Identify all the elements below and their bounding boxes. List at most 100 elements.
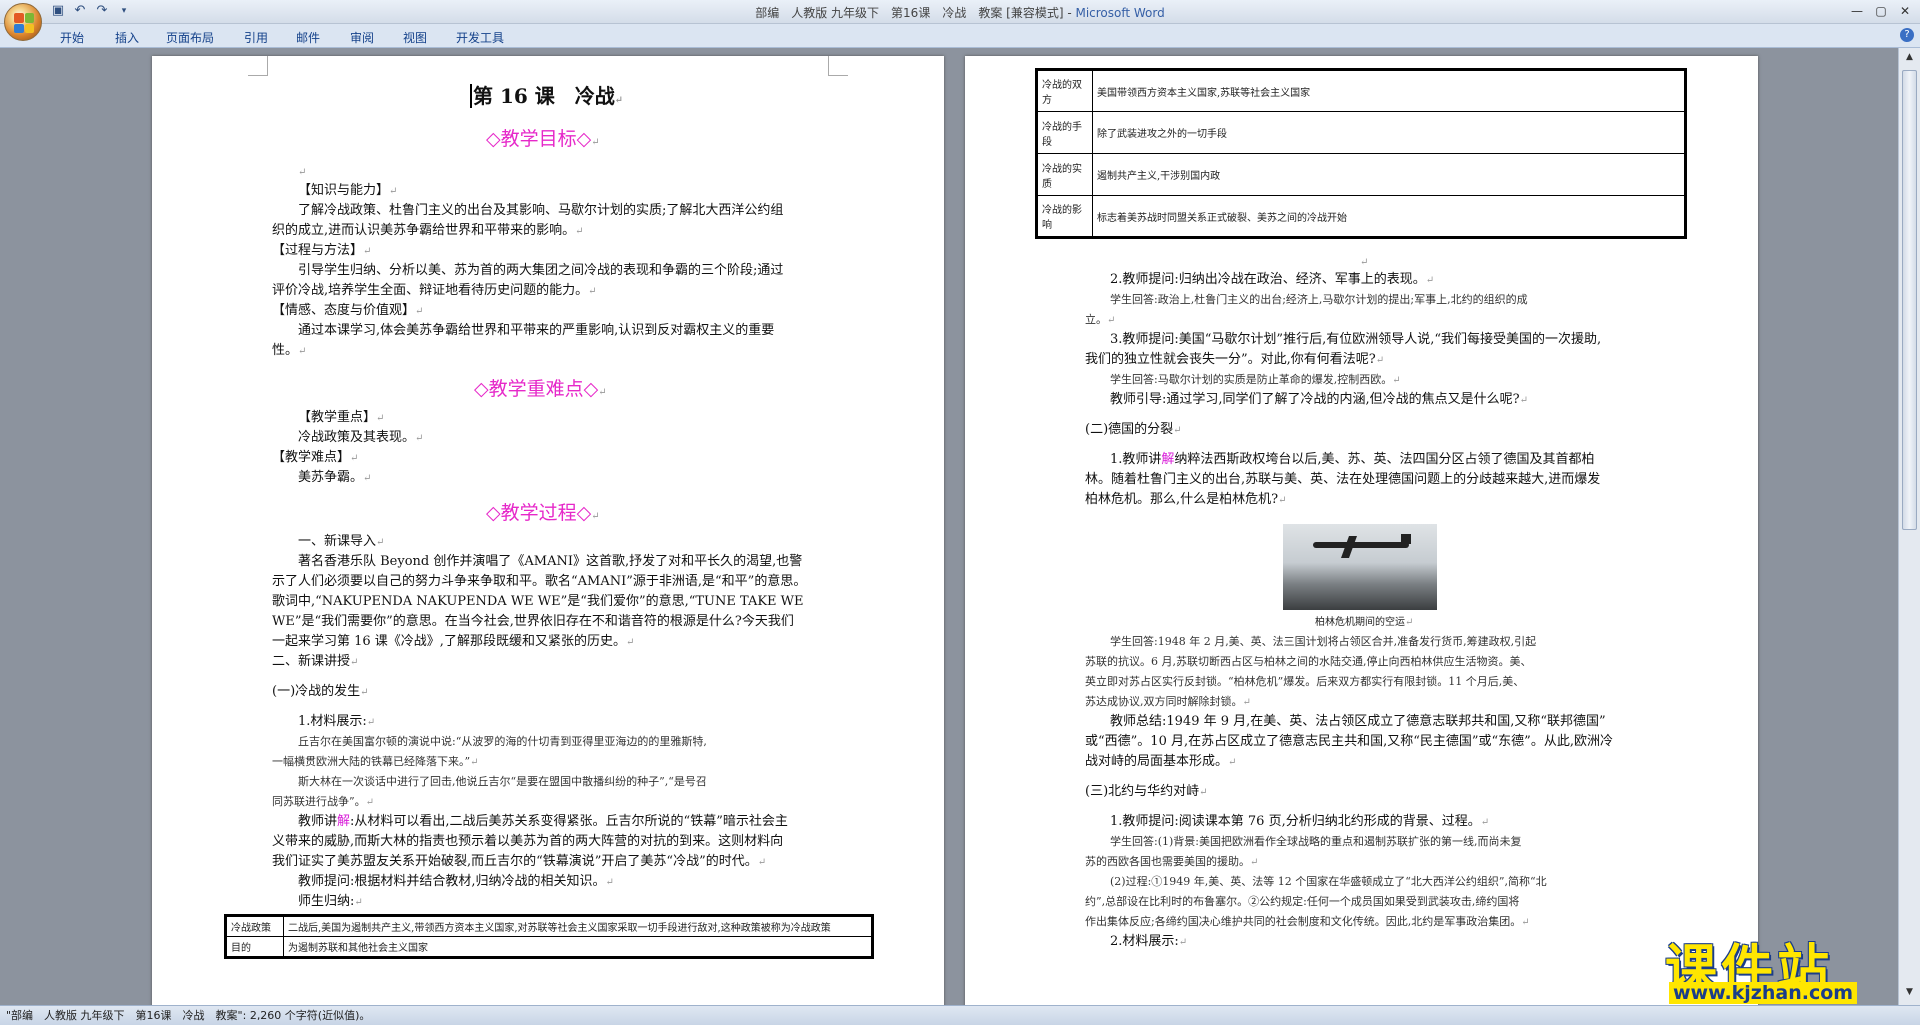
document-page-2[interactable]: 冷战的双方 美国带领西方资本主义国家,苏联等社会主义国家 冷战的手段 除了武装进… [965, 56, 1758, 1016]
paragraph: 2.材料展示:↵ [1110, 934, 1188, 949]
paragraph: WE”是“我们需要你”的意思。在当今社会,世界依旧存在不和谐音符的根源是什么?今… [272, 614, 794, 629]
paragraph: 二、新课讲授↵ [272, 654, 359, 669]
table-cell: 美国带领西方资本主义国家,苏联等社会主义国家 [1092, 69, 1686, 112]
summary-table[interactable]: 冷战政策 二战后,美国为遏制共产主义,带领西方资本主义国家,对苏联等社会主义国家… [224, 914, 874, 959]
subheading: (二)德国的分裂↵ [1085, 422, 1182, 437]
scrollbar-thumb[interactable] [1902, 70, 1917, 530]
paragraph: 立。↵ [1085, 313, 1116, 326]
table-row: 冷战的双方 美国带领西方资本主义国家,苏联等社会主义国家 [1036, 69, 1686, 112]
table-cell: 二战后,美国为遏制共产主义,带领西方资本主义国家,对苏联等社会主义国家采取一切手… [283, 915, 873, 937]
paragraph-mark: ↵ [298, 167, 307, 178]
paragraph: 通过本课学习,体会美苏争霸给世界和平带来的严重影响,认识到反对霸权主义的重要 [298, 323, 775, 338]
window-title: 部编 人教版 九年级下 第16课 冷战 教案 [兼容模式] - Microsof… [755, 6, 1165, 20]
close-icon[interactable]: ✕ [1894, 2, 1916, 20]
heading-knowledge: 【知识与能力】↵ [298, 183, 398, 198]
section-heading-goals: ◇教学目标◇↵ [486, 128, 600, 150]
vertical-scrollbar[interactable]: ▲ ▼ [1898, 48, 1920, 1005]
table-row: 目的 为遏制苏联和其他社会主义国家 [225, 936, 873, 958]
tab-developer[interactable]: 开发工具 [456, 29, 504, 46]
table-cell: 除了武装进攻之外的一切手段 [1092, 111, 1686, 154]
table-cell: 标志着美苏战时同盟关系正式破裂、美苏之间的冷战开始 [1092, 195, 1686, 238]
table-cell: 冷战的实质 [1036, 153, 1093, 196]
paragraph: 教师讲解:从材料可以看出,二战后美苏关系变得紧张。丘吉尔所说的“铁幕”暗示社会主 [298, 814, 788, 829]
paragraph: 性。↵ [272, 343, 307, 358]
table-cell: 冷战的手段 [1036, 111, 1093, 154]
tab-review[interactable]: 审阅 [350, 29, 374, 46]
title-bar: ▣ ↶ ↷ ▾ 部编 人教版 九年级下 第16课 冷战 教案 [兼容模式] - … [0, 0, 1920, 24]
quote: 同苏联进行战争”。↵ [272, 795, 375, 808]
section-heading-process: ◇教学过程◇↵ [486, 502, 600, 524]
paragraph: 苏达成协议,双方同时解除封锁。↵ [1085, 695, 1251, 708]
paragraph: 冷战政策及其表现。↵ [298, 430, 424, 445]
paragraph: 苏的西欧各国也需要美国的援助。↵ [1085, 855, 1259, 868]
document-page-1[interactable]: 第 16 课 冷战↵ ◇教学目标◇↵ ↵ 【知识与能力】↵ 了解冷战政策、杜鲁门… [152, 56, 944, 1016]
tab-page-layout[interactable]: 页面布局 [166, 29, 214, 46]
word-count[interactable]: "部编 人教版 九年级下 第16课 冷战 教案": 2,260 个字符(近似值)… [6, 1009, 370, 1022]
window-controls: — ▢ ✕ [1846, 2, 1916, 20]
paragraph: 引导学生归纳、分析以美、苏为首的两大集团之间冷战的表现和争霸的三个阶段;通过 [298, 263, 784, 278]
help-icon[interactable]: ? [1900, 28, 1914, 42]
paragraph: 学生回答:1948 年 2 月,美、英、法三国计划将占领区合并,准备发行货币,筹… [1110, 635, 1537, 648]
tab-mailings[interactable]: 邮件 [296, 29, 320, 46]
summary-table[interactable]: 冷战的双方 美国带领西方资本主义国家,苏联等社会主义国家 冷战的手段 除了武装进… [1035, 68, 1687, 239]
tab-home[interactable]: 开始 [60, 29, 84, 46]
paragraph: 学生回答:(1)背景:美国把欧洲看作全球战略的重点和遏制苏联扩张的第一线,而尚未… [1110, 835, 1522, 848]
watermark-url: www.kjzhan.com [1669, 982, 1858, 1004]
status-bar: "部编 人教版 九年级下 第16课 冷战 教案": 2,260 个字符(近似值)… [0, 1005, 1920, 1025]
paragraph: 我们的独立性就会丧失一分”。对此,你有何看法呢?↵ [1085, 352, 1385, 367]
site-watermark: 课件站 www.kjzhan.com [1665, 927, 1910, 1004]
paragraph: 织的成立,进而认识美苏争霸给世界和平带来的影响。↵ [272, 223, 584, 238]
office-logo-icon [14, 13, 34, 33]
paragraph: 教师提问:根据材料并结合教材,归纳冷战的相关知识。↵ [298, 874, 614, 889]
table-row: 冷战的手段 除了武装进攻之外的一切手段 [1036, 111, 1686, 154]
paragraph: 我们证实了美苏盟友关系开始破裂,而丘吉尔的“铁幕演说”开启了美苏“冷战”的时代。… [272, 854, 767, 869]
office-button[interactable] [4, 3, 42, 41]
paragraph: 歌词中,“NAKUPENDA NAKUPENDA WE WE”是“我们爱你”的意… [272, 594, 804, 609]
paragraph: 作出集体反应;各缔约国决心维护共同的社会制度和文化传统。因此,北约是军事政治集团… [1085, 915, 1530, 928]
subheading: (一)冷战的发生↵ [272, 684, 369, 699]
quote: 丘吉尔在美国富尔顿的演说中说:“从波罗的海的什切青到亚得里亚海边的的里雅斯特, [298, 735, 707, 748]
scroll-up-icon[interactable]: ▲ [1902, 52, 1917, 66]
paragraph: 2.教师提问:归纳出冷战在政治、经济、军事上的表现。↵ [1110, 272, 1435, 287]
paragraph: 或“西德”。10 月,在苏占区成立了德意志民主共和国,又称“民主德国”或“东德”… [1085, 734, 1613, 749]
paragraph: 约”,总部设在比利时的布鲁塞尔。②公约规定:任何一个成员国如果受到武装攻击,缔约… [1085, 895, 1520, 908]
paragraph: 美苏争霸。↵ [298, 470, 372, 485]
heading-difficult: 【教学难点】↵ [272, 450, 359, 465]
tab-references[interactable]: 引用 [244, 29, 268, 46]
paragraph: 英立即对苏占区实行反封锁。“柏林危机”爆发。后来双方都实行有限封锁。11 个月后… [1085, 675, 1525, 688]
paragraph: 教师总结:1949 年 9 月,在美、英、法占领区成立了德意志联邦共和国,又称“… [1110, 714, 1606, 729]
paragraph: 林。随着杜鲁门主义的出台,苏联与美、英、法在处理德国问题上的分歧越来越大,进而爆… [1085, 472, 1601, 487]
table-row: 冷战的影响 标志着美苏战时同盟关系正式破裂、美苏之间的冷战开始 [1036, 195, 1686, 238]
table-row: 冷战政策 二战后,美国为遏制共产主义,带领西方资本主义国家,对苏联等社会主义国家… [225, 915, 873, 937]
table-cell: 遏制共产主义,干涉别国内政 [1092, 153, 1686, 196]
quote: 一幅横贯欧洲大陆的铁幕已经降落下来。”↵ [272, 755, 479, 768]
paragraph: 1.材料展示:↵ [298, 714, 376, 729]
table-cell: 冷战的影响 [1036, 195, 1093, 238]
photo-caption: 柏林危机期间的空运↵ [1315, 617, 1414, 628]
document-workspace: 第 16 课 冷战↵ ◇教学目标◇↵ ↵ 【知识与能力】↵ 了解冷战政策、杜鲁门… [0, 48, 1898, 1016]
paragraph: 战对峙的局面基本形成。↵ [1085, 754, 1237, 769]
paragraph: 学生回答:政治上,杜鲁门主义的出台;经济上,马歇尔计划的提出;军事上,北约的组织… [1110, 293, 1528, 306]
paragraph: 义带来的威胁,而斯大林的指责也预示着以美苏为首的两大阵营的对抗的到来。这则材料向 [272, 834, 784, 849]
paragraph: 苏联的抗议。6 月,苏联切断西占区与柏林之间的水陆交通,停止向西柏林供应生活物资… [1085, 655, 1532, 668]
paragraph: 了解冷战政策、杜鲁门主义的出台及其影响、马歇尔计划的实质;了解北大西洋公约组 [298, 203, 784, 218]
crop-mark [248, 56, 268, 76]
table-cell: 冷战的双方 [1036, 69, 1093, 112]
paragraph: 1.教师提问:阅读课本第 76 页,分析归纳北约形成的背景、过程。↵ [1110, 814, 1490, 829]
tab-view[interactable]: 视图 [403, 29, 427, 46]
paragraph: 评价冷战,培养学生全面、辩证地看待历史问题的能力。↵ [272, 283, 597, 298]
paragraph: 3.教师提问:美国“马歇尔计划”推行后,有位欧洲领导人说,“我们每接受美国的一次… [1110, 332, 1602, 347]
lesson-title: 第 16 课 冷战↵ [470, 80, 623, 109]
quote: 斯大林在一次谈话中进行了回击,他说丘吉尔“是要在盟国中散播纠纷的种子”,“是号召 [298, 775, 707, 788]
minimize-icon[interactable]: — [1846, 2, 1868, 20]
maximize-icon[interactable]: ▢ [1870, 2, 1892, 20]
heading-process: 【过程与方法】↵ [272, 243, 372, 258]
table-cell: 目的 [225, 936, 284, 958]
tab-insert[interactable]: 插入 [115, 29, 139, 46]
paragraph: 一、新课导入↵ [298, 534, 385, 549]
subheading: (三)北约与华约对峙↵ [1085, 784, 1208, 799]
section-heading-key-points: ◇教学重难点◇↵ [474, 378, 607, 400]
paragraph: 教师引导:通过学习,同学们了解了冷战的内涵,但冷战的焦点又是什么呢?↵ [1110, 392, 1529, 407]
paragraph: (2)过程:①1949 年,美、英、法等 12 个国家在华盛顿成立了“北大西洋公… [1110, 875, 1547, 888]
paragraph: 1.教师讲解纳粹法西斯政权垮台以后,美、苏、英、法四国分区占领了德国及其首都柏 [1110, 452, 1595, 467]
